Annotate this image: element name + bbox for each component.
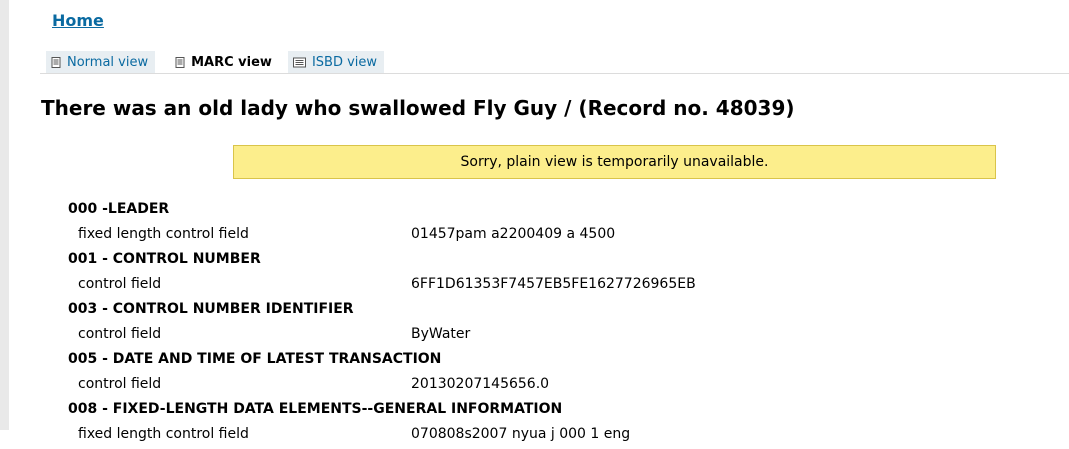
marc-subfield-row: control field 20130207145656.0 xyxy=(68,374,1048,399)
tab-isbd-view[interactable]: ISBD view xyxy=(287,51,385,73)
document-icon xyxy=(51,56,61,68)
marc-record: 000 -LEADER fixed length control field 0… xyxy=(68,199,1048,449)
view-tabs: Normal view MARC view ISBD view xyxy=(46,51,393,73)
tab-normal-view[interactable]: Normal view xyxy=(46,51,156,73)
tab-divider xyxy=(40,73,1069,74)
subfield-value: 070808s2007 nyua j 000 1 eng xyxy=(411,426,631,442)
subfield-value: 6FF1D61353F7457EB5FE1627726965EB xyxy=(411,276,696,292)
subfield-value: ByWater xyxy=(411,326,471,342)
tab-label: Normal view xyxy=(67,54,149,70)
subfield-value: 01457pam a2200409 a 4500 xyxy=(411,226,616,242)
document-icon xyxy=(175,56,185,68)
tab-label: MARC view xyxy=(191,54,272,70)
plain-view-alert: Sorry, plain view is temporarily unavail… xyxy=(233,145,996,179)
marc-field-tag: 001 - CONTROL NUMBER xyxy=(68,251,261,267)
subfield-label: control field xyxy=(78,276,162,292)
marc-subfield-row: control field ByWater xyxy=(68,324,1048,349)
alert-message: Sorry, plain view is temporarily unavail… xyxy=(460,154,769,170)
home-link[interactable]: Home xyxy=(52,11,104,30)
marc-field-tag: 005 - DATE AND TIME OF LATEST TRANSACTIO… xyxy=(68,351,442,367)
marc-field-tag: 003 - CONTROL NUMBER IDENTIFIER xyxy=(68,301,354,317)
marc-subfield-row: fixed length control field 01457pam a220… xyxy=(68,224,1048,249)
tab-marc-view[interactable]: MARC view xyxy=(170,51,279,73)
marc-subfield-row: fixed length control field 070808s2007 n… xyxy=(68,424,1048,449)
tab-label: ISBD view xyxy=(311,54,378,70)
marc-field-tag: 008 - FIXED-LENGTH DATA ELEMENTS--GENERA… xyxy=(68,401,563,417)
list-card-icon xyxy=(292,57,306,68)
page-title: There was an old lady who swallowed Fly … xyxy=(41,96,795,120)
subfield-label: fixed length control field xyxy=(78,426,249,442)
subfield-value: 20130207145656.0 xyxy=(411,376,550,392)
subfield-label: fixed length control field xyxy=(78,226,249,242)
marc-subfield-row: control field 6FF1D61353F7457EB5FE162772… xyxy=(68,274,1048,299)
left-sidebar-edge xyxy=(0,0,9,430)
subfield-label: control field xyxy=(78,376,162,392)
marc-field-tag: 000 -LEADER xyxy=(68,201,170,217)
subfield-label: control field xyxy=(78,326,162,342)
